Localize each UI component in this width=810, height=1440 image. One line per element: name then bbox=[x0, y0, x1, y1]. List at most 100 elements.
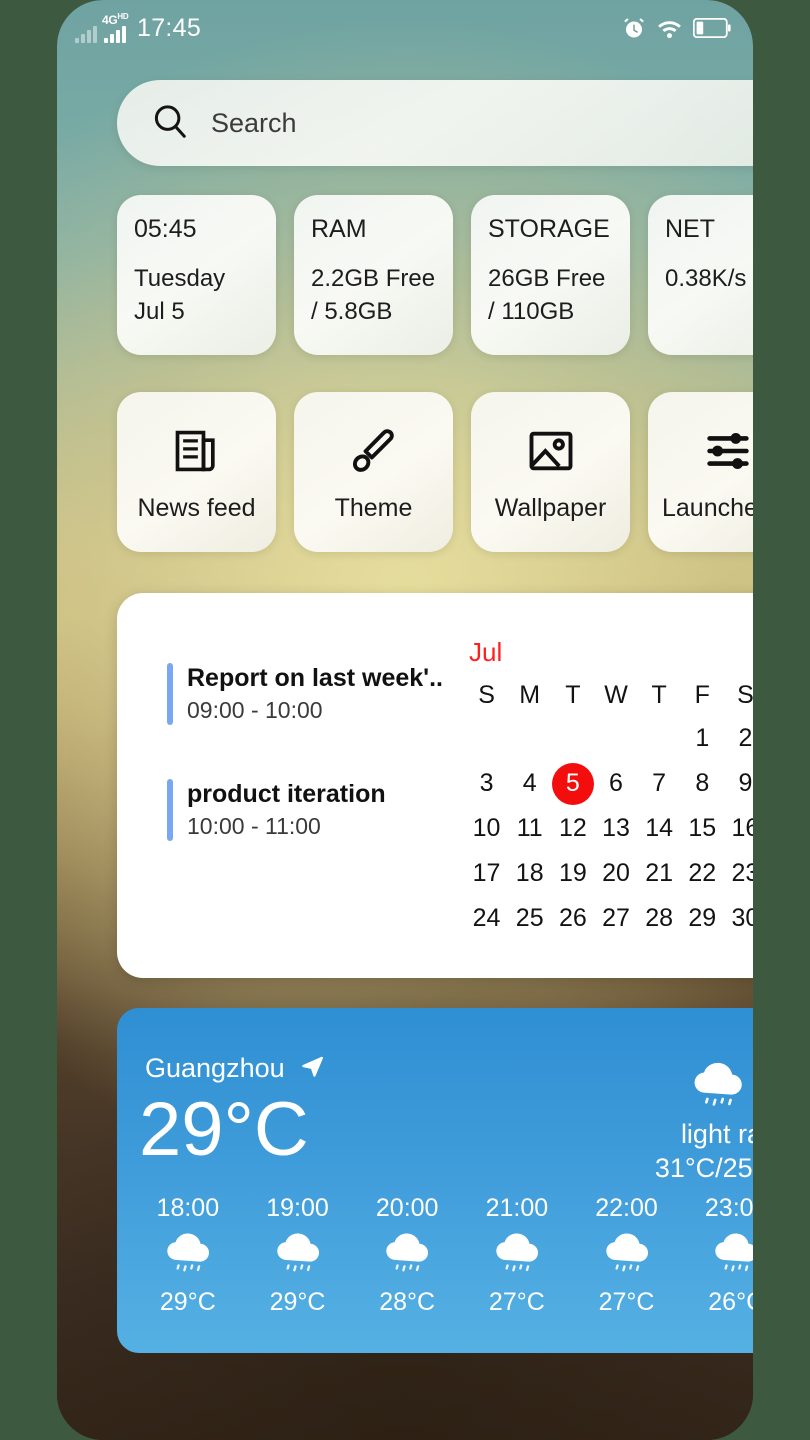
shortcut-news-feed[interactable]: News feed bbox=[117, 392, 276, 552]
calendar-day-cell[interactable]: 5 bbox=[551, 761, 594, 806]
calendar-day-cell[interactable]: 22 bbox=[681, 851, 724, 896]
weather-summary: light rain 31°C/25°C bbox=[655, 1060, 753, 1186]
calendar-day-cell[interactable]: 20 bbox=[594, 851, 637, 896]
clock-widget[interactable]: 05:45 Tuesday Jul 5 bbox=[117, 195, 276, 355]
hourly-temp: 28°C bbox=[379, 1288, 436, 1316]
shortcut-wallpaper[interactable]: Wallpaper bbox=[471, 392, 630, 552]
weather-widget[interactable]: Guangzhou 29°C light r 31°C/25 18:00 29°… bbox=[117, 1008, 753, 1353]
ram-free: 2.2GB Free bbox=[311, 265, 436, 292]
hourly-time: 22:00 bbox=[595, 1194, 658, 1222]
calendar-day-cell[interactable]: 15 bbox=[681, 806, 724, 851]
home-screen: 4GHD 17:45 Search 05:45 Tuesday Jul 5 RA… bbox=[57, 0, 753, 1440]
calendar-day-cell[interactable]: 13 bbox=[594, 806, 637, 851]
hourly-temp: 29°C bbox=[159, 1288, 216, 1316]
phone-frame: 4GHD 17:45 Search 05:45 Tuesday Jul 5 RA… bbox=[57, 0, 753, 1440]
ram-total: / 5.8GB bbox=[311, 297, 393, 325]
calendar-day-cell[interactable]: 1 bbox=[681, 716, 724, 761]
hourly-temp: 29°C bbox=[269, 1288, 326, 1316]
clock-time: 05:45 bbox=[134, 215, 197, 243]
ram-widget[interactable]: RAM 2.2GB Free / 5.8GB bbox=[294, 195, 453, 355]
event-time: 09:00 - 10:00 bbox=[187, 697, 323, 724]
weather-location: Guangzhou bbox=[145, 1053, 325, 1084]
calendar-day-cell[interactable]: 23 bbox=[724, 851, 753, 896]
net-speed: 0.38K/s bbox=[665, 265, 747, 292]
calendar-day-cell[interactable]: 17 bbox=[465, 851, 508, 896]
calendar-week-row: 10 11 12 13 14 15 16 bbox=[465, 806, 753, 851]
net-widget[interactable]: NET 0.38K/s bbox=[648, 195, 753, 355]
calendar-day-cell[interactable]: 9 bbox=[724, 761, 753, 806]
calendar-day-cell[interactable]: 21 bbox=[638, 851, 681, 896]
image-icon bbox=[525, 420, 577, 482]
calendar-day-cell[interactable]: 28 bbox=[638, 896, 681, 941]
calendar-day-cell[interactable]: 7 bbox=[638, 761, 681, 806]
search-bar[interactable]: Search bbox=[117, 80, 753, 166]
rain-cloud-icon bbox=[160, 1231, 216, 1282]
calendar-grid: S M T W T F S 1 2 3 4 5 6 7 8 9 10 11 12 13 14 15 16 17 18 19 20 21… bbox=[465, 674, 753, 941]
calendar-day-cell[interactable]: 3 bbox=[465, 761, 508, 806]
shortcut-label: Wallpaper bbox=[494, 494, 607, 522]
rain-cloud-icon bbox=[270, 1231, 326, 1282]
hourly-temp: 27°C bbox=[598, 1288, 655, 1316]
hourly-time: 18:00 bbox=[156, 1194, 220, 1222]
calendar-day-cell[interactable]: 12 bbox=[551, 806, 594, 851]
calendar-day-cell[interactable]: 30 bbox=[724, 896, 753, 941]
calendar-day-cell[interactable]: 26 bbox=[551, 896, 594, 941]
hourly-temp: 26°C bbox=[708, 1288, 753, 1316]
calendar-day-cell[interactable]: 24 bbox=[465, 896, 508, 941]
shortcut-theme[interactable]: Theme bbox=[294, 392, 453, 552]
shortcut-launcher-options[interactable]: Launcher op bbox=[648, 392, 753, 552]
status-bar: 4GHD 17:45 bbox=[57, 0, 753, 56]
search-placeholder: Search bbox=[211, 107, 297, 138]
battery-icon bbox=[693, 18, 731, 38]
calendar-day-cell[interactable]: 8 bbox=[681, 761, 724, 806]
calendar-day-cell[interactable]: 10 bbox=[465, 806, 508, 851]
storage-title: STORAGE bbox=[488, 215, 610, 243]
agenda-list: Report on last week'.. 09:00 - 10:00 pro… bbox=[117, 593, 457, 978]
event-title: product iteration bbox=[187, 779, 386, 808]
hourly-time: 20:00 bbox=[375, 1194, 439, 1222]
status-bar-right bbox=[622, 16, 731, 40]
weather-current-temp: 29°C bbox=[139, 1087, 309, 1172]
calendar-empty-cell bbox=[594, 716, 637, 761]
hourly-time: 19:00 bbox=[266, 1194, 329, 1222]
calendar-empty-cell bbox=[465, 716, 508, 761]
calendar-dow-cell: F bbox=[694, 680, 710, 709]
event-time: 10:00 - 11:00 bbox=[187, 813, 321, 840]
calendar-day-cell[interactable]: 27 bbox=[594, 896, 637, 941]
shortcut-label: Theme bbox=[334, 494, 413, 522]
calendar-widget[interactable]: Report on last week'.. 09:00 - 10:00 pro… bbox=[117, 593, 753, 978]
calendar-dow-cell: S bbox=[478, 680, 495, 709]
agenda-item[interactable]: Report on last week'.. 09:00 - 10:00 bbox=[167, 663, 457, 725]
calendar-dow-cell: T bbox=[651, 680, 667, 709]
calendar-dow-cell: M bbox=[519, 680, 541, 709]
rain-cloud-icon bbox=[379, 1231, 435, 1282]
storage-free: 26GB Free bbox=[488, 265, 606, 292]
storage-widget[interactable]: STORAGE 26GB Free / 110GB bbox=[471, 195, 630, 355]
calendar-week-row: 12 bbox=[465, 716, 753, 761]
agenda-item[interactable]: product iteration 10:00 - 11:00 bbox=[167, 778, 457, 841]
calendar-day-cell[interactable]: 4 bbox=[508, 761, 551, 806]
calendar-day-cell[interactable]: 19 bbox=[551, 851, 594, 896]
calendar-day-cell[interactable]: 25 bbox=[508, 896, 551, 941]
calendar-dow-row: SMTWTFS bbox=[465, 674, 753, 716]
calendar-day-cell[interactable]: 18 bbox=[508, 851, 551, 896]
weather-city-name: Guangzhou bbox=[145, 1053, 285, 1083]
calendar-day-cell[interactable]: 6 bbox=[594, 761, 637, 806]
calendar-day-cell[interactable]: 11 bbox=[508, 806, 551, 851]
month-calendar[interactable]: Jul S M T W T F S 1 2 3 4 5 6 7 8 9 10 11 12 13 14 15 16 17 18 19… bbox=[457, 593, 753, 978]
event-accent-bar bbox=[167, 778, 173, 841]
hourly-forecast-item: 23:00 26°C bbox=[681, 1194, 753, 1317]
calendar-day-cell[interactable]: 16 bbox=[724, 806, 753, 851]
hourly-forecast-item: 21:00 27°C bbox=[462, 1194, 572, 1317]
hourly-time: 21:00 bbox=[485, 1194, 549, 1222]
calendar-dow-cell: S bbox=[737, 680, 753, 709]
hourly-forecast: 18:00 29°C 19:00 29°C 20:00 28°C 21:00 27°C 22:0… bbox=[117, 1194, 753, 1317]
calendar-week-row: 3456789 bbox=[465, 761, 753, 806]
calendar-day-cell[interactable]: 14 bbox=[638, 806, 681, 851]
calendar-day-cell[interactable]: 2 bbox=[724, 716, 753, 761]
rain-cloud-icon bbox=[708, 1231, 753, 1282]
calendar-today-marker: 5 bbox=[551, 762, 594, 805]
event-accent-bar bbox=[167, 663, 173, 725]
clock-date: Jul 5 bbox=[134, 297, 185, 325]
calendar-day-cell[interactable]: 29 bbox=[681, 896, 724, 941]
